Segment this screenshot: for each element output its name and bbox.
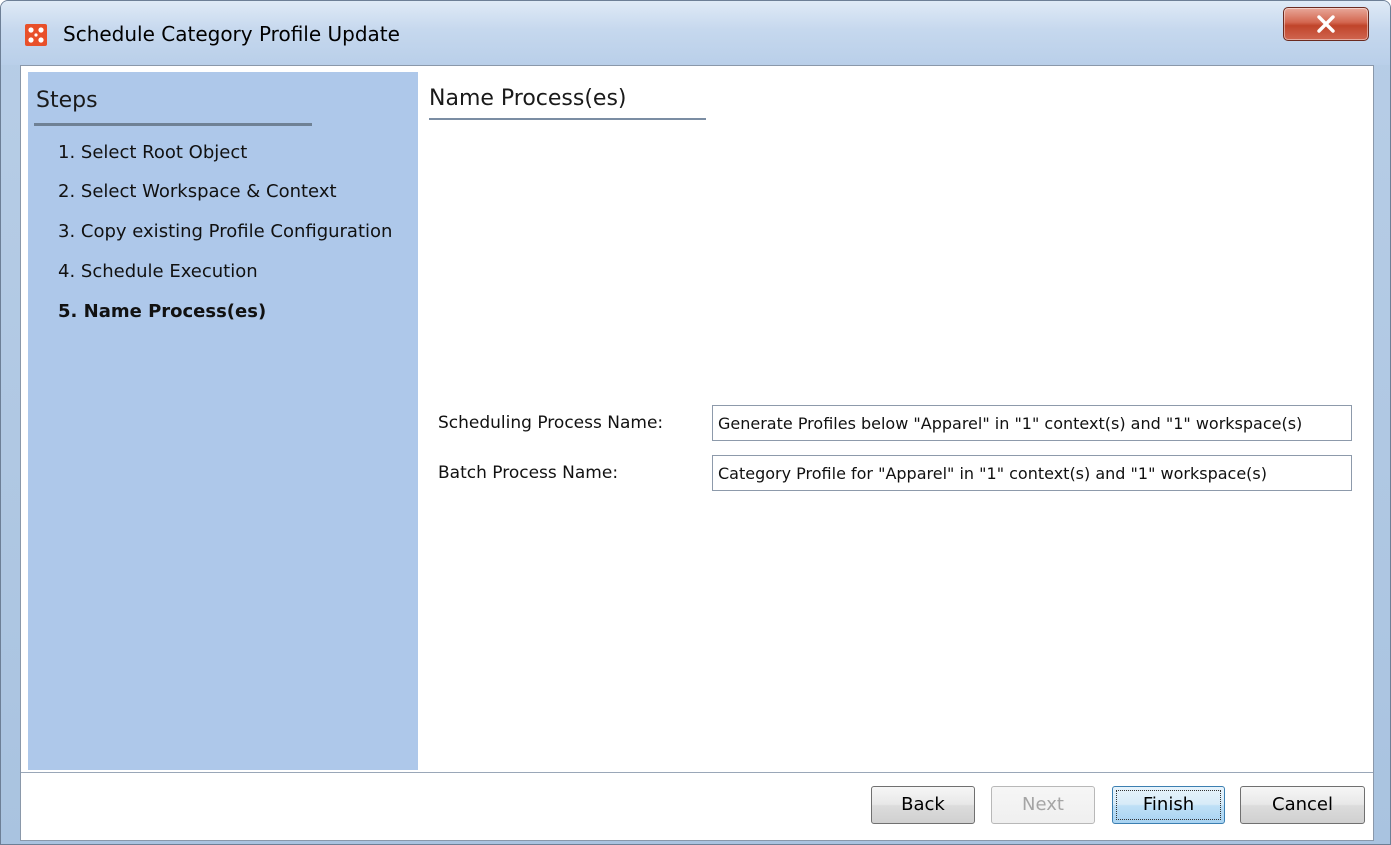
scheduling-process-name-label: Scheduling Process Name: — [438, 413, 664, 433]
next-button-label: Next — [1022, 794, 1064, 815]
close-icon — [1317, 15, 1335, 33]
app-logo-icon — [25, 24, 47, 46]
batch-process-name-label: Batch Process Name: — [438, 463, 619, 483]
step-select-root-object: 1. Select Root Object — [58, 142, 248, 163]
batch-process-name-input[interactable] — [712, 455, 1352, 491]
step-select-workspace-context: 2. Select Workspace & Context — [58, 181, 337, 202]
cancel-button[interactable]: Cancel — [1240, 786, 1365, 824]
window-title: Schedule Category Profile Update — [63, 22, 400, 46]
finish-button-label: Finish — [1142, 794, 1195, 815]
footer-divider — [21, 772, 1373, 773]
finish-button[interactable]: Finish — [1112, 786, 1225, 824]
dialog-body: Steps 1. Select Root Object 2. Select Wo… — [20, 65, 1374, 841]
back-button-label: Back — [901, 794, 945, 815]
page-title-divider — [429, 118, 706, 120]
title-bar[interactable]: Schedule Category Profile Update — [1, 1, 1390, 65]
cancel-button-label: Cancel — [1272, 794, 1333, 815]
dialog-window: Schedule Category Profile Update Steps 1… — [0, 0, 1391, 845]
steps-heading-divider — [34, 123, 312, 126]
step-name-processes: 5. Name Process(es) — [58, 301, 267, 322]
step-copy-profile-configuration: 3. Copy existing Profile Configuration — [58, 221, 393, 242]
back-button[interactable]: Back — [871, 786, 975, 824]
steps-heading: Steps — [36, 88, 98, 113]
steps-panel: Steps 1. Select Root Object 2. Select Wo… — [28, 72, 418, 770]
scheduling-process-name-input[interactable] — [712, 405, 1352, 441]
step-schedule-execution: 4. Schedule Execution — [58, 261, 258, 282]
page-title: Name Process(es) — [429, 86, 627, 111]
close-button[interactable] — [1283, 7, 1369, 41]
next-button[interactable]: Next — [991, 786, 1095, 824]
